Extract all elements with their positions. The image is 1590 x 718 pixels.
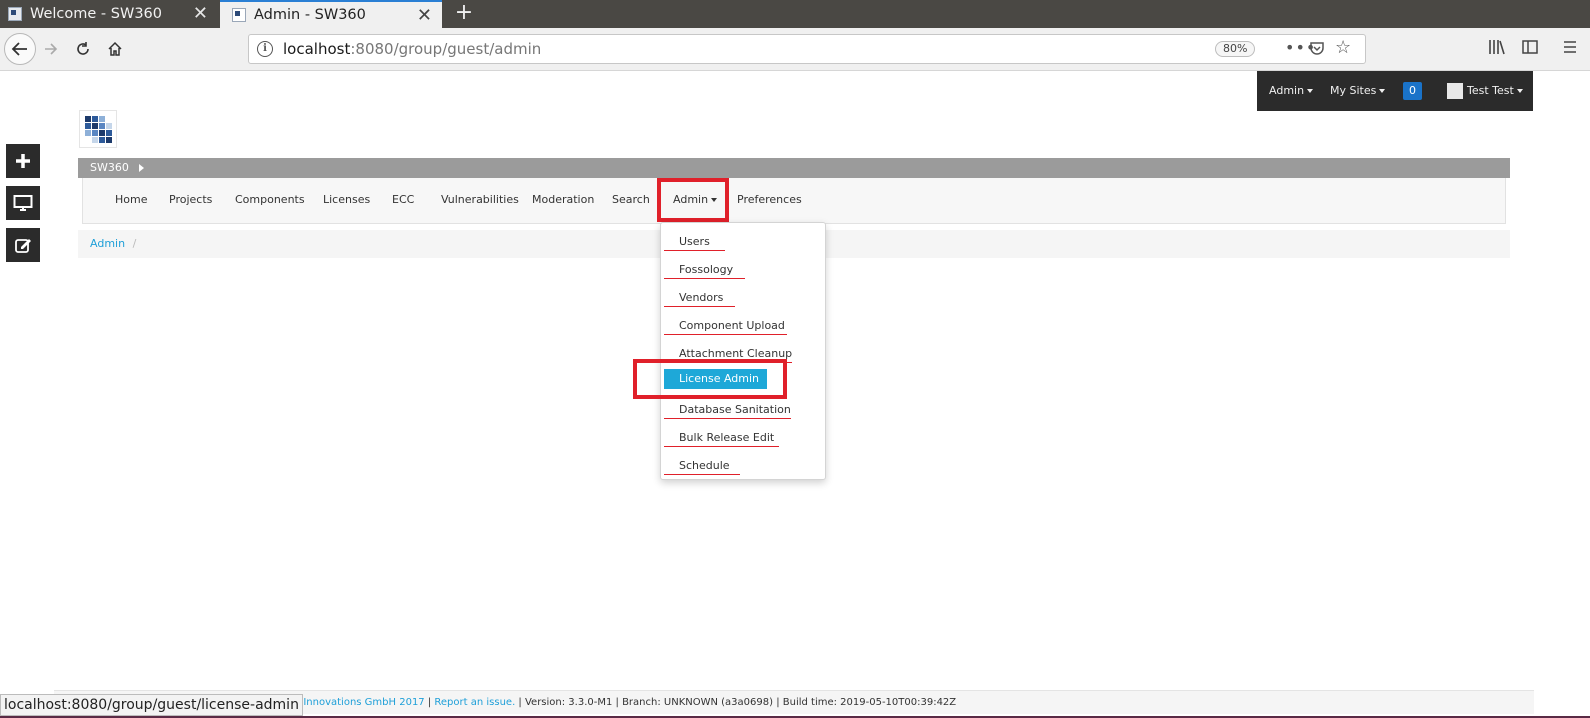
edit-icon: [15, 239, 31, 253]
close-icon[interactable]: ✕: [417, 6, 432, 26]
notifications-button[interactable]: 0: [1395, 71, 1433, 111]
edit-page-button[interactable]: [6, 228, 40, 262]
menu-item-users[interactable]: Users: [679, 235, 710, 248]
library-icon[interactable]: [1488, 38, 1506, 60]
admin-menu-label: Admin: [1269, 84, 1305, 97]
home-icon: [108, 41, 122, 56]
info-icon[interactable]: i: [257, 41, 273, 57]
site-name[interactable]: SW360: [90, 161, 129, 174]
user-name-label: Test Test: [1467, 84, 1514, 97]
monitor-icon: [13, 195, 33, 211]
caret-right-icon[interactable]: [138, 164, 144, 172]
close-icon[interactable]: ✕: [193, 4, 208, 24]
tab-admin[interactable]: Admin - SW360 ✕: [220, 0, 442, 28]
bookmark-star-icon[interactable]: ☆: [1335, 37, 1351, 58]
tab-title: Admin - SW360: [254, 7, 366, 23]
nav-item-vulnerabilities[interactable]: Vulnerabilities: [441, 178, 519, 224]
license-admin-highlight-box: [633, 359, 787, 399]
footer-version-info: | Version: 3.3.0-M1 | Branch: UNKNOWN (a…: [515, 697, 957, 708]
menu-underline: [664, 334, 787, 335]
notification-count-badge: 0: [1403, 82, 1422, 100]
menu-underline: [664, 418, 791, 419]
add-content-button[interactable]: [6, 144, 40, 178]
admin-menu-toggle[interactable]: Admin: [1269, 71, 1314, 111]
sw360-favicon-icon: [232, 8, 246, 22]
nav-item-preferences[interactable]: Preferences: [737, 178, 802, 224]
browser-tab-strip: Welcome - SW360 ✕ Admin - SW360 ✕ +: [0, 0, 1590, 28]
breadcrumb-separator: /: [132, 237, 137, 250]
hamburger-menu-icon[interactable]: [1561, 38, 1579, 60]
menu-item-vendors[interactable]: Vendors: [679, 291, 723, 304]
report-issue-link[interactable]: Report an issue.: [434, 697, 515, 708]
plus-icon: [16, 154, 30, 168]
zoom-level-badge[interactable]: 80%: [1215, 41, 1256, 57]
my-sites-label: My Sites: [1330, 84, 1377, 97]
admin-highlight-box: [657, 178, 729, 222]
nav-item-licenses[interactable]: Licenses: [323, 178, 370, 224]
arrow-right-icon: [45, 43, 58, 55]
preview-button[interactable]: [6, 186, 40, 220]
logo-mosaic-icon: [85, 116, 112, 143]
menu-item-schedule[interactable]: Schedule: [679, 459, 730, 472]
url-path: :8080/group/guest/admin: [350, 40, 542, 58]
breadcrumb-item-admin[interactable]: Admin: [90, 237, 125, 250]
menu-item-component-upload[interactable]: Component Upload: [679, 319, 785, 332]
menu-underline: [664, 474, 740, 475]
url-bar[interactable]: i localhost:8080/group/guest/admin 80% •…: [248, 34, 1366, 64]
menu-underline: [664, 250, 725, 251]
nav-item-projects[interactable]: Projects: [169, 178, 212, 224]
reload-icon: [77, 42, 89, 55]
sidebar-toggle-icon[interactable]: [1521, 38, 1539, 60]
nav-item-components[interactable]: Components: [235, 178, 305, 224]
my-sites-toggle[interactable]: My Sites: [1330, 71, 1386, 111]
browser-toolbar: i localhost:8080/group/guest/admin 80% •…: [0, 28, 1590, 71]
url-host: localhost: [283, 40, 351, 58]
footer-copyright-link[interactable]: are Innovations GmbH 2017: [284, 697, 425, 708]
nav-item-search[interactable]: Search: [612, 178, 650, 224]
link-status-bar: localhost:8080/group/guest/license-admin: [0, 694, 303, 716]
arrow-left-icon: [11, 42, 27, 56]
menu-item-fossology[interactable]: Fossology: [679, 263, 733, 276]
tab-title: Welcome - SW360: [30, 6, 162, 22]
menu-item-bulk-release-edit[interactable]: Bulk Release Edit: [679, 431, 774, 444]
caret-down-icon: [1516, 89, 1523, 93]
forward-button[interactable]: [36, 34, 66, 64]
menu-underline: [664, 446, 779, 447]
sw360-logo[interactable]: [79, 110, 117, 148]
menu-underline: [664, 306, 735, 307]
main-navigation: Home Projects Components Licenses ECC Vu…: [82, 178, 1506, 224]
admin-dropdown-menu: Users Fossology Vendors Component Upload…: [660, 222, 826, 480]
new-tab-button[interactable]: +: [450, 0, 478, 28]
pocket-icon[interactable]: [1309, 40, 1325, 60]
back-button[interactable]: [4, 33, 36, 65]
caret-down-icon: [1379, 89, 1386, 93]
caret-down-icon: [1307, 89, 1314, 93]
site-bar: SW360: [78, 158, 1510, 178]
footer-separator: |: [424, 697, 435, 708]
nav-item-ecc[interactable]: ECC: [392, 178, 414, 224]
tab-welcome[interactable]: Welcome - SW360 ✕: [0, 0, 218, 28]
menu-item-database-sanitation[interactable]: Database Sanitation: [679, 403, 791, 416]
user-bar: Admin My Sites 0 Test Test: [1257, 71, 1533, 111]
reload-button[interactable]: [68, 34, 98, 64]
nav-item-home[interactable]: Home: [115, 178, 147, 224]
menu-underline: [664, 278, 745, 279]
user-menu-toggle[interactable]: Test Test: [1447, 71, 1523, 111]
home-button[interactable]: [100, 34, 130, 64]
sw360-favicon-icon: [8, 7, 22, 21]
avatar: [1447, 83, 1463, 99]
nav-item-moderation[interactable]: Moderation: [532, 178, 594, 224]
